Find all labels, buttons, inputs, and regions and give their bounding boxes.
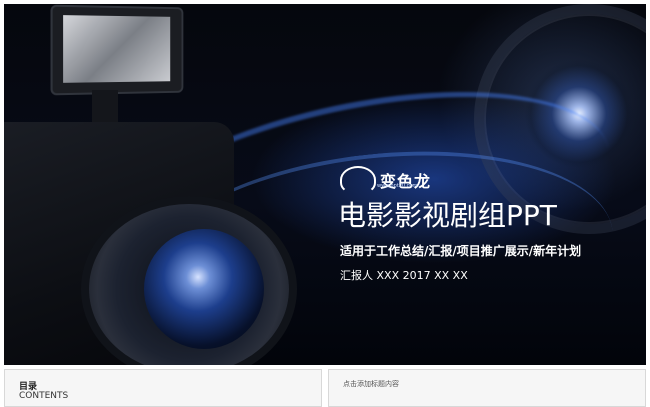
brand-logo: 变色龙 www.ppt20.com xyxy=(340,166,431,194)
thumbnail-contents[interactable]: 目录 CONTENTS xyxy=(4,369,322,407)
thumbnail-hint: 点击添加标题内容 xyxy=(343,380,399,388)
logo-url: www.ppt20.com xyxy=(377,183,418,189)
camera-lens-glass xyxy=(144,229,264,349)
reporter-line[interactable]: 汇报人 XXX 2017 XX XX xyxy=(340,267,468,283)
slide-subtitle[interactable]: 适用于工作总结/汇报/项目推广展示/新年计划 xyxy=(340,242,581,259)
flash-mount xyxy=(92,90,118,124)
flash-panel xyxy=(63,15,171,83)
chameleon-icon xyxy=(340,166,376,194)
camera-flash-icon xyxy=(52,6,182,94)
thumbnail-subtitle: CONTENTS xyxy=(19,391,69,401)
slide-title[interactable]: 电影影视剧组PPT xyxy=(338,202,557,230)
title-slide[interactable]: 变色龙 www.ppt20.com 电影影视剧组PPT 适用于工作总结/汇报/项… xyxy=(4,4,646,365)
thumbnail-placeholder[interactable]: 点击添加标题内容 xyxy=(328,369,646,407)
